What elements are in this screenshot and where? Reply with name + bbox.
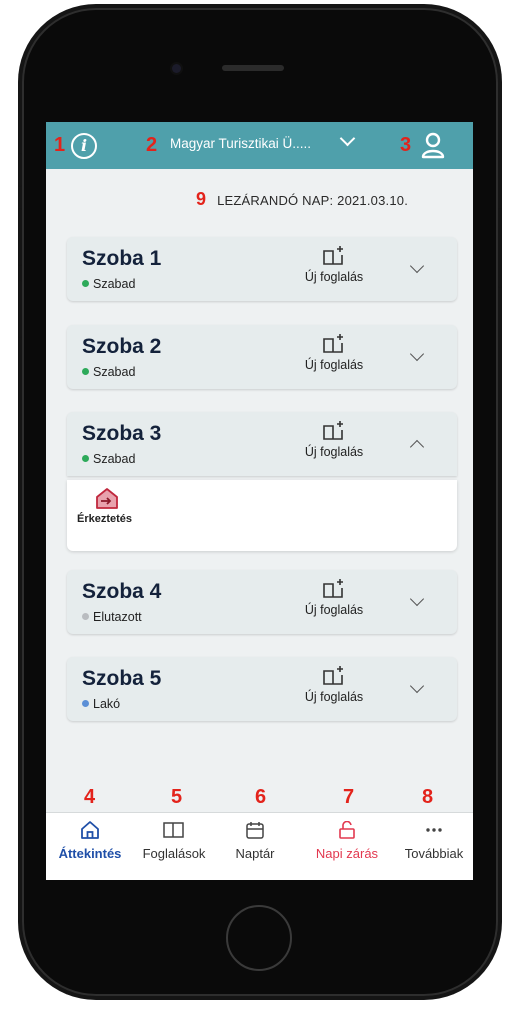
house-enter-icon <box>96 488 118 509</box>
room-card-4[interactable]: Szoba 4 Elutazott Új foglalás <box>67 570 457 634</box>
chevron-down-icon[interactable] <box>409 258 425 274</box>
room-title: Szoba 4 <box>82 580 162 603</box>
bottom-tab-bar: Áttekintés Foglalások Naptár Napi zárás … <box>46 812 473 880</box>
tab-daily-closing[interactable]: Napi zárás <box>303 820 391 861</box>
status-dot <box>82 368 89 375</box>
room-status: Szabad <box>82 365 135 379</box>
book-plus-icon <box>323 421 343 440</box>
check-in-button[interactable]: Érkeztetés <box>77 487 147 525</box>
annotation-3: 3 <box>400 134 412 156</box>
phone-volume-up <box>18 208 22 266</box>
book-plus-icon <box>323 579 343 598</box>
camera <box>172 64 181 73</box>
closing-day-label: LEZÁRANDÓ NAP: 2021.03.10. <box>217 193 409 208</box>
new-booking-button[interactable]: Új foglalás <box>299 578 369 626</box>
chevron-down-icon[interactable] <box>339 130 356 147</box>
room-title: Szoba 1 <box>82 247 162 270</box>
home-button[interactable] <box>226 905 292 971</box>
room-title: Szoba 3 <box>82 422 162 445</box>
room-title: Szoba 5 <box>82 667 162 690</box>
new-booking-button[interactable]: Új foglalás <box>299 665 369 713</box>
hotel-selector[interactable]: Magyar Turisztikai Ü..... <box>170 136 311 151</box>
app-header: 1 i 2 Magyar Turisztikai Ü..... 3 <box>46 122 473 169</box>
new-booking-button[interactable]: Új foglalás <box>299 333 369 381</box>
phone-side-button <box>18 153 22 187</box>
room-card-1[interactable]: Szoba 1 Szabad Új foglalás <box>67 237 457 301</box>
phone-power-button <box>498 208 502 288</box>
book-plus-icon <box>323 666 343 685</box>
room-title: Szoba 2 <box>82 335 162 358</box>
annotation-5: 5 <box>171 786 183 808</box>
room-status: Szabad <box>82 277 135 291</box>
tab-annotations: 4 5 6 7 8 <box>46 786 473 812</box>
chevron-down-icon[interactable] <box>409 678 425 694</box>
calendar-icon <box>246 822 264 839</box>
status-dot <box>82 280 89 287</box>
chevron-up-icon[interactable] <box>409 439 425 455</box>
home-icon <box>81 821 99 839</box>
book-icon <box>163 822 184 838</box>
earpiece-speaker <box>222 65 284 71</box>
book-plus-icon <box>323 334 343 353</box>
status-dot <box>82 613 89 620</box>
room-status: Szabad <box>82 452 135 466</box>
new-booking-button[interactable]: Új foglalás <box>299 420 369 468</box>
status-dot <box>82 700 89 707</box>
annotation-7: 7 <box>343 786 355 808</box>
chevron-down-icon[interactable] <box>409 591 425 607</box>
room-3-expanded-panel: Érkeztetés <box>67 480 457 551</box>
info-icon[interactable]: i <box>71 133 97 159</box>
room-status: Lakó <box>82 697 120 711</box>
unlock-icon <box>339 820 355 839</box>
user-icon[interactable] <box>418 130 448 160</box>
tab-overview[interactable]: Áttekintés <box>48 821 132 861</box>
annotation-6: 6 <box>255 786 267 808</box>
annotation-8: 8 <box>422 786 434 808</box>
room-card-3[interactable]: Szoba 3 Szabad Új foglalás <box>67 412 457 476</box>
closing-day-row: 9 LEZÁRANDÓ NAP: 2021.03.10. <box>196 189 408 210</box>
chevron-down-icon[interactable] <box>409 346 425 362</box>
room-card-5[interactable]: Szoba 5 Lakó Új foglalás <box>67 657 457 721</box>
tab-bookings[interactable]: Foglalások <box>134 821 214 861</box>
tab-more[interactable]: Továbbiak <box>395 821 473 861</box>
status-dot <box>82 455 89 462</box>
annotation-4: 4 <box>84 786 96 808</box>
new-booking-button[interactable]: Új foglalás <box>299 245 369 293</box>
room-status: Elutazott <box>82 610 142 624</box>
annotation-1: 1 <box>54 134 66 156</box>
book-plus-icon <box>323 246 343 265</box>
more-icon <box>426 828 442 832</box>
tab-calendar[interactable]: Naptár <box>225 821 285 861</box>
annotation-2: 2 <box>146 134 158 156</box>
app-screen: 1 i 2 Magyar Turisztikai Ü..... 3 9 LEZÁ… <box>46 122 473 880</box>
annotation-9: 9 <box>196 189 207 209</box>
phone-volume-down <box>18 280 22 338</box>
room-card-2[interactable]: Szoba 2 Szabad Új foglalás <box>67 325 457 389</box>
